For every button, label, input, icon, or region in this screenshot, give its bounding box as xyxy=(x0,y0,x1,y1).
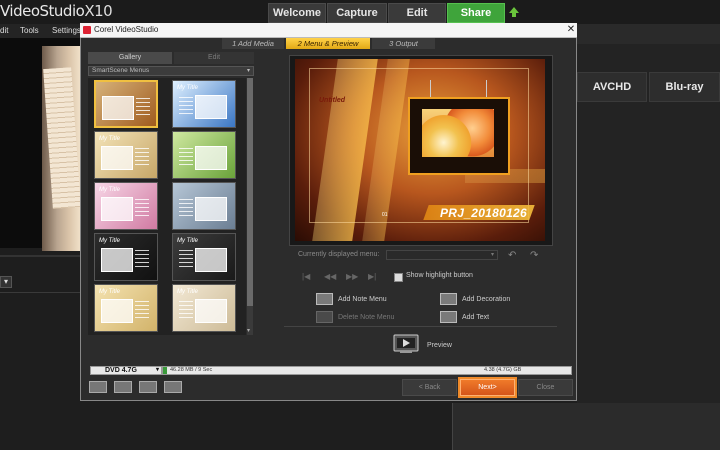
step-menu-preview[interactable]: 2 Menu & Preview xyxy=(286,38,370,49)
close-icon[interactable]: ✕ xyxy=(565,23,577,37)
close-button[interactable]: Close xyxy=(518,379,573,396)
add-decoration-button[interactable]: Add Decoration xyxy=(462,296,510,303)
show-highlight-label: Show highlight button xyxy=(406,272,473,279)
dialog-title: Corel VideoStudio xyxy=(94,25,159,34)
add-decoration-icon[interactable] xyxy=(440,293,457,305)
gallery-scrollbar[interactable]: ▾ xyxy=(247,78,253,335)
menu-template-thumbnail[interactable]: My Title xyxy=(172,284,236,332)
thumbnail-title: My Title xyxy=(99,238,120,244)
tab-edit-menu[interactable]: Edit xyxy=(174,52,254,64)
back-button[interactable]: < Back xyxy=(402,379,457,396)
thumbnail-title: My Title xyxy=(99,289,120,295)
chapter-number: 01 xyxy=(382,212,388,218)
thumbnail-title: My Title xyxy=(177,85,198,91)
host-dropdown[interactable]: ▾ xyxy=(0,276,12,288)
menu-template-thumbnail[interactable]: My Title xyxy=(94,284,158,332)
redo-icon[interactable]: ↷ xyxy=(530,250,538,261)
disc-type-value: DVD 4.7G xyxy=(105,367,137,374)
upload-arrow-icon-stem xyxy=(512,12,516,17)
add-note-menu-button[interactable]: Add Note Menu xyxy=(338,296,387,303)
thumbnail-title: My Title xyxy=(99,136,120,142)
delete-note-menu-button[interactable]: Delete Note Menu xyxy=(338,314,394,321)
tab-edit[interactable]: Edit xyxy=(388,3,446,23)
thumbnail-title: My Title xyxy=(177,238,198,244)
tab-share[interactable]: Share xyxy=(447,3,505,23)
add-text-button[interactable]: Add Text xyxy=(462,314,489,321)
menu-template-thumbnail[interactable]: My Title xyxy=(94,233,158,281)
menu-settings[interactable]: Settings xyxy=(52,26,81,35)
app-title: VideoStudioX10 xyxy=(0,2,113,20)
undo-icon[interactable]: ↶ xyxy=(508,250,516,261)
app-logo-icon xyxy=(83,26,91,34)
step-add-media[interactable]: 1 Add Media xyxy=(222,38,284,49)
menu-template-thumbnail[interactable]: My Title xyxy=(172,80,236,128)
wizard-steps: 1 Add Media 2 Menu & Preview 3 Output xyxy=(222,38,435,49)
menu-edit[interactable]: dit xyxy=(0,26,8,35)
skip-forward-icon[interactable]: ▶| xyxy=(368,272,376,281)
host-divider xyxy=(0,255,80,257)
project-title-text[interactable]: PRJ_20180126 xyxy=(440,206,527,220)
gallery-tabs: Gallery Edit xyxy=(88,52,254,64)
step-output[interactable]: 3 Output xyxy=(372,38,435,49)
menu-category-value: SmartScene Menus xyxy=(92,67,150,74)
scroll-thumb[interactable] xyxy=(247,78,253,306)
host-divider-2 xyxy=(0,292,80,293)
host-preview-window xyxy=(0,38,81,251)
menu-template-thumbnail[interactable]: My Title xyxy=(94,131,158,179)
menu-title-text[interactable]: Untitled xyxy=(319,97,345,104)
tab-gallery[interactable]: Gallery xyxy=(88,52,172,64)
print-label-icon[interactable] xyxy=(164,381,182,393)
show-highlight-checkbox[interactable] xyxy=(394,273,403,282)
blu-ray-button[interactable]: Blu-ray xyxy=(649,72,720,102)
rewind-icon[interactable]: ◀◀ xyxy=(324,272,336,281)
scroll-down-icon[interactable]: ▾ xyxy=(247,327,250,334)
disc-type-dropdown[interactable]: DVD 4.7G ▾ xyxy=(90,366,162,375)
dialog-title-bar: Corel VideoStudio xyxy=(80,23,577,38)
chevron-down-icon: ▾ xyxy=(246,68,250,74)
displayed-menu-label: Currently displayed menu: xyxy=(298,251,380,258)
menu-template-thumbnail[interactable] xyxy=(172,182,236,230)
menu-template-thumbnail[interactable]: My Title xyxy=(172,233,236,281)
menu-tools[interactable]: Tools xyxy=(20,26,39,35)
disc-capacity-label: 4.38 (4.7G) GB xyxy=(484,367,522,373)
menu-template-thumbnail[interactable] xyxy=(172,131,236,179)
fast-forward-icon[interactable]: ▶▶ xyxy=(346,272,358,281)
next-button[interactable]: Next> xyxy=(460,379,515,396)
app-version: X10 xyxy=(84,2,113,20)
menu-template-thumbnail[interactable]: My Title xyxy=(94,182,158,230)
skip-back-icon[interactable]: |◀ xyxy=(302,272,310,281)
thumbnail-title: My Title xyxy=(177,289,198,295)
thumbnail-title: My Title xyxy=(99,187,120,193)
aspect-ratio-icon[interactable] xyxy=(139,381,157,393)
host-bottom-panel xyxy=(452,403,720,450)
chevron-down-icon: ▾ xyxy=(490,252,494,258)
preview-icon[interactable] xyxy=(390,334,422,356)
preview-button[interactable]: Preview xyxy=(427,342,452,349)
tab-welcome[interactable]: Welcome xyxy=(268,3,326,23)
displayed-menu-select[interactable]: ▾ xyxy=(386,250,498,260)
project-settings-icon[interactable] xyxy=(114,381,132,393)
photo-thumbnail xyxy=(422,109,494,157)
tab-capture[interactable]: Capture xyxy=(327,3,387,23)
settings-icon[interactable] xyxy=(89,381,107,393)
menu-category-dropdown[interactable]: SmartScene Menus ▾ xyxy=(88,66,254,76)
menu-template-thumbnail[interactable] xyxy=(94,80,158,128)
delete-note-menu-icon xyxy=(316,311,333,323)
chevron-down-icon: ▾ xyxy=(155,367,159,373)
host-menu-bar: dit Tools Settings xyxy=(0,24,81,38)
used-space-label: 46.28 MB / 9 Sec xyxy=(170,367,213,373)
template-gallery: My Title My Title My Title My Title My Title… xyxy=(88,78,246,335)
avchd-button[interactable]: AVCHD xyxy=(577,72,647,102)
capacity-fill xyxy=(163,367,168,374)
add-text-icon[interactable] xyxy=(440,311,457,323)
add-note-menu-icon[interactable] xyxy=(316,293,333,305)
divider xyxy=(284,326,557,327)
